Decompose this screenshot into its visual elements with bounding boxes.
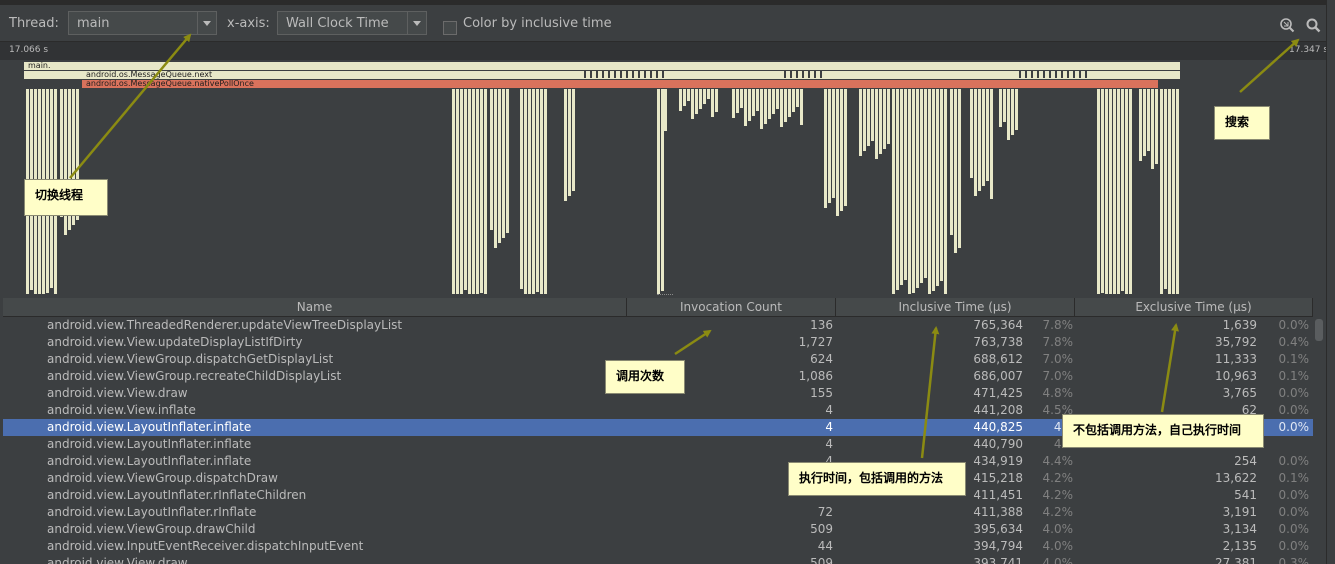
callout-switch-thread: 切换线程 [24,179,108,216]
arrow-invocation-count [674,329,712,356]
arrow-inclusive-time [920,326,940,459]
arrow-search [1239,38,1300,93]
callout-exclusive-time: 不包括调用方法，自己执行时间 [1062,414,1264,448]
callout-inclusive-time: 执行时间，包括调用的方法 [788,462,966,496]
annotation-arrows [69,33,1300,459]
callout-invocation-count: 调用次数 [605,360,685,394]
arrow-exclusive-time [1160,323,1179,413]
arrow-switch-thread [69,33,192,179]
callout-search: 搜索 [1214,106,1270,140]
